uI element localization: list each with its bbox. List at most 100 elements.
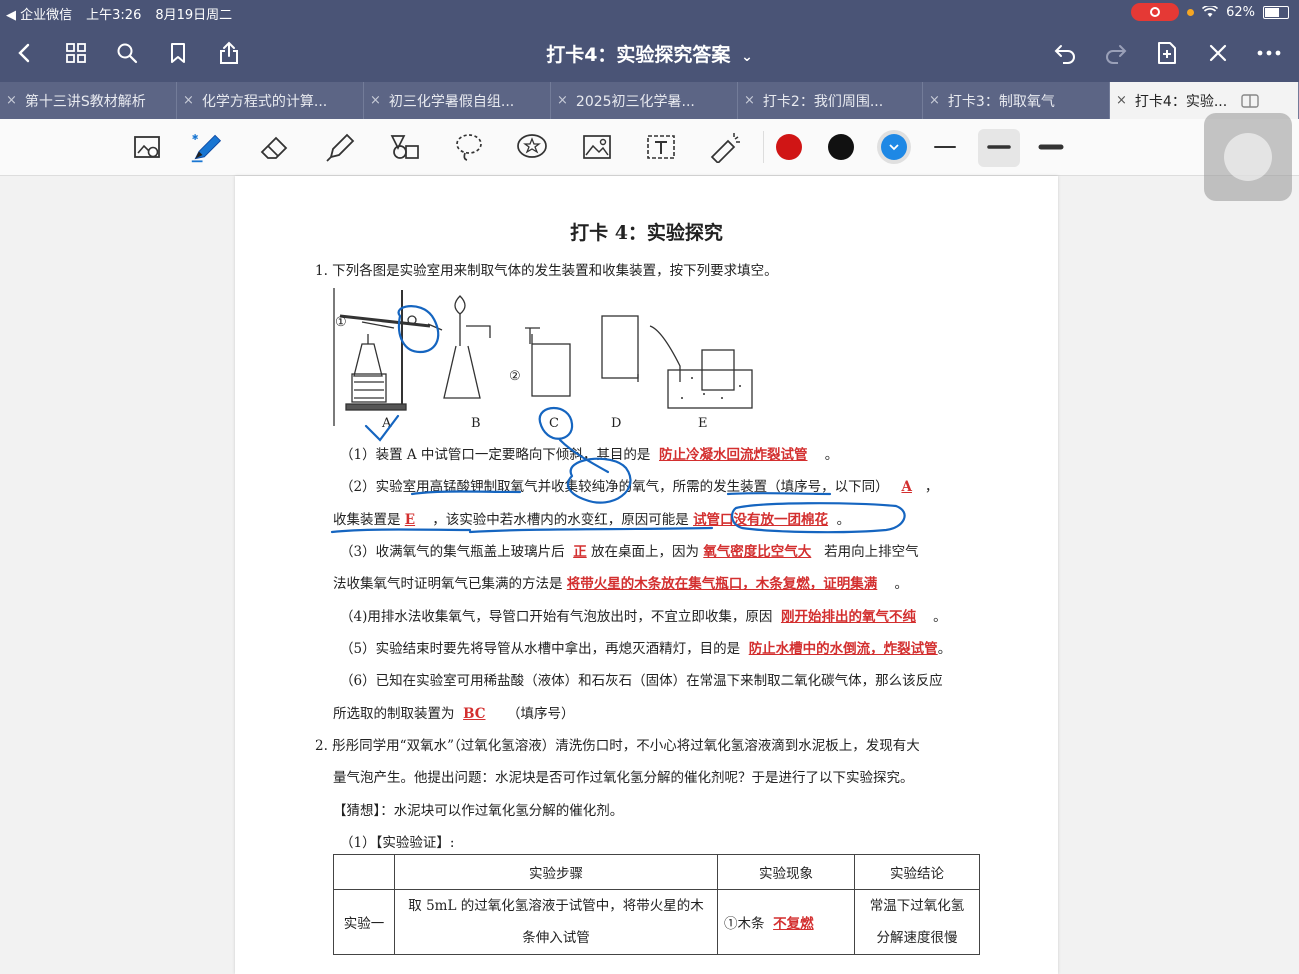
sticker-tool[interactable] xyxy=(515,131,549,163)
close-icon[interactable]: × xyxy=(183,93,194,108)
tab-4[interactable]: × 2025初三化学暑... xyxy=(551,82,738,119)
table-cell: 实验一 xyxy=(333,889,395,955)
pen-tool[interactable]: ✱ xyxy=(190,131,224,163)
sub-question-2-cont: 收集装置是 E ，该实验中若水槽内的水变红，原因可能是 试管口没有放一团棉花 。 xyxy=(333,512,851,528)
table-header: 实验步骤 xyxy=(394,854,718,890)
apparatus-label-e: E xyxy=(698,416,708,431)
apparatus-label-d: D xyxy=(611,416,622,431)
eraser-icon xyxy=(260,136,288,159)
sub-question-3-cont: 法收集氧气时证明氧气已集满的方法是 将带火星的木条放在集气瓶口，木条复燃，证明集… xyxy=(333,576,908,592)
answer-3a: 正 xyxy=(573,544,587,560)
answer-2b: E xyxy=(404,512,416,528)
sticker-icon xyxy=(517,134,547,158)
status-bar: ◀ 企业微信 上午3:26 8月19日周二 62% xyxy=(0,0,1299,24)
tab-2[interactable]: × 化学方程式的计算... xyxy=(177,82,364,119)
shapes-tool[interactable] xyxy=(388,131,422,163)
redo-icon xyxy=(1106,45,1127,64)
document-page[interactable]: 打卡 4：实验探究 1. 下列各图是实验室用来制取气体的发生装置和收集装置，按下… xyxy=(235,176,1058,974)
wifi-icon xyxy=(1202,6,1219,17)
laser-pointer-tool[interactable] xyxy=(708,131,742,163)
apparatus-mark-1: ① xyxy=(335,315,347,330)
assistive-touch-circle xyxy=(1224,133,1272,181)
tab-3[interactable]: × 初三化学暑假自组... xyxy=(364,82,551,119)
highlighter-icon xyxy=(326,133,355,162)
answer-2c: 试管口没有放一团棉花 xyxy=(693,512,829,528)
more-button[interactable] xyxy=(1254,38,1284,68)
shapes-icon xyxy=(390,135,419,159)
close-icon[interactable]: × xyxy=(1116,93,1127,108)
table-header: 实验现象 xyxy=(717,854,855,890)
apparatus-figure xyxy=(333,288,753,426)
sub-question-3: （3）收满氧气的集气瓶盖上玻璃片后 正 放在桌面上，因为 氧气密度比空气大 若用… xyxy=(340,544,919,560)
color-blue[interactable] xyxy=(881,134,907,160)
lasso-image-tool[interactable] xyxy=(131,131,165,163)
color-black[interactable] xyxy=(828,134,854,160)
sub-question-1: （1）装置 A 中试管口一定要略向下倾斜，其目的是 防止冷凝水回流炸裂试管 。 xyxy=(340,447,839,463)
lasso-tool[interactable] xyxy=(452,131,486,163)
pen-off-icon xyxy=(1209,44,1227,62)
page-title: 打卡 4：实验探究 xyxy=(570,222,723,244)
record-icon xyxy=(1150,7,1161,17)
close-icon[interactable]: × xyxy=(744,93,755,108)
stroke-thin[interactable] xyxy=(930,137,960,157)
chevron-down-icon: ⌄ xyxy=(741,49,753,65)
color-red[interactable] xyxy=(776,134,802,160)
image-icon xyxy=(583,135,611,159)
image-tool[interactable] xyxy=(580,131,614,163)
close-icon[interactable]: × xyxy=(6,93,17,108)
eraser-tool[interactable] xyxy=(258,131,292,163)
stroke-thick[interactable] xyxy=(1036,137,1066,157)
close-edit-button[interactable] xyxy=(1203,38,1233,68)
sub-question-4: （4)用排水法收集氧气，导管口开始有气泡放出时，不宜立即收集，原因 刚开始排出的… xyxy=(340,609,947,625)
status-time: 上午3:26 xyxy=(86,8,142,23)
question-2-cont: 量气泡产生。他提出问题：水泥块是否可作过氧化氢分解的催化剂呢？于是进行了以下实验… xyxy=(333,770,914,786)
tab-5[interactable]: × 打卡2：我们周围... xyxy=(738,82,923,119)
question-1: 1. 下列各图是实验室用来制取气体的发生装置和收集装置，按下列要求填空。 xyxy=(315,263,778,279)
pen-icon: ✱ xyxy=(191,133,222,163)
answer-table-1: 不复燃 xyxy=(773,916,814,932)
sub-question-6-cont: 所选取的制取装置为 BC （填序号） xyxy=(333,706,575,722)
battery-icon xyxy=(1263,5,1289,19)
screen-record-indicator[interactable] xyxy=(1131,3,1180,21)
tab-6[interactable]: × 打卡3：制取氧气 xyxy=(923,82,1110,119)
text-tool[interactable] xyxy=(644,131,678,163)
tab-1[interactable]: × 第十三讲S教材解析 xyxy=(0,82,177,119)
redo-button[interactable] xyxy=(1101,38,1131,68)
close-icon[interactable]: × xyxy=(370,93,381,108)
question-2: 2. 彤彤同学用“双氧水”（过氧化氢溶液）清洗伤口时，不小心将过氧化氢溶液滴到水… xyxy=(315,738,920,754)
table-header xyxy=(333,854,395,890)
image-search-icon xyxy=(134,136,160,158)
laser-pointer-icon xyxy=(710,133,740,163)
toolbar-divider xyxy=(763,131,764,163)
table-cell: ①木条 不复燃 xyxy=(717,889,855,955)
table-cell: 取 5mL 的过氧化氢溶液于试管中，将带火星的木 条伸入试管 xyxy=(394,889,718,955)
mic-indicator-dot xyxy=(1187,8,1195,16)
apparatus-label-b: B xyxy=(471,416,481,431)
table-row: 实验一 取 5mL 的过氧化氢溶液于试管中，将带火星的木 条伸入试管 ①木条 不复… xyxy=(333,889,980,955)
add-page-button[interactable] xyxy=(1152,38,1182,68)
apparatus-mark-2: ② xyxy=(509,369,521,384)
stroke-medium[interactable] xyxy=(984,137,1014,157)
sub-question-5: （5）实验结束时要先将导管从水槽中拿出，再熄灭酒精灯，目的是 防止水槽中的水倒流… xyxy=(340,641,952,657)
assistive-touch-button[interactable] xyxy=(1204,113,1292,201)
sub-question-2: （2）实验室用高锰酸钾制取氧气并收集较纯净的氧气，所需的发生装置（填序号，以下同… xyxy=(340,479,939,495)
close-icon[interactable]: × xyxy=(929,93,940,108)
annotation-toolbar: ✱ xyxy=(0,119,1299,176)
split-view-icon[interactable] xyxy=(1241,93,1259,108)
back-to-app[interactable]: ◀ 企业微信 xyxy=(6,4,72,23)
table-header: 实验结论 xyxy=(854,854,980,890)
add-page-icon xyxy=(1158,42,1176,64)
close-icon[interactable]: × xyxy=(557,93,568,108)
hypothesis: 【猜想】：水泥块可以作过氧化氢分解的催化剂。 xyxy=(333,803,624,819)
undo-button[interactable] xyxy=(1050,38,1080,68)
text-box-icon xyxy=(647,135,675,159)
top-toolbar: 打卡4：实验探究答案 ⌄ xyxy=(0,24,1299,82)
status-date: 8月19日周二 xyxy=(155,8,233,23)
answer-2a: A xyxy=(901,479,912,495)
sub-question-6: （6）已知在实验室可用稀盐酸（液体）和石灰石（固体）在常温下来制取二氧化碳气体，… xyxy=(340,673,943,689)
answer-5: 防止水槽中的水倒流，炸裂试管 xyxy=(748,641,938,657)
lasso-icon xyxy=(456,134,482,161)
svg-text:✱: ✱ xyxy=(192,133,199,142)
highlighter-tool[interactable] xyxy=(323,131,357,163)
battery-percent: 62% xyxy=(1226,4,1255,20)
